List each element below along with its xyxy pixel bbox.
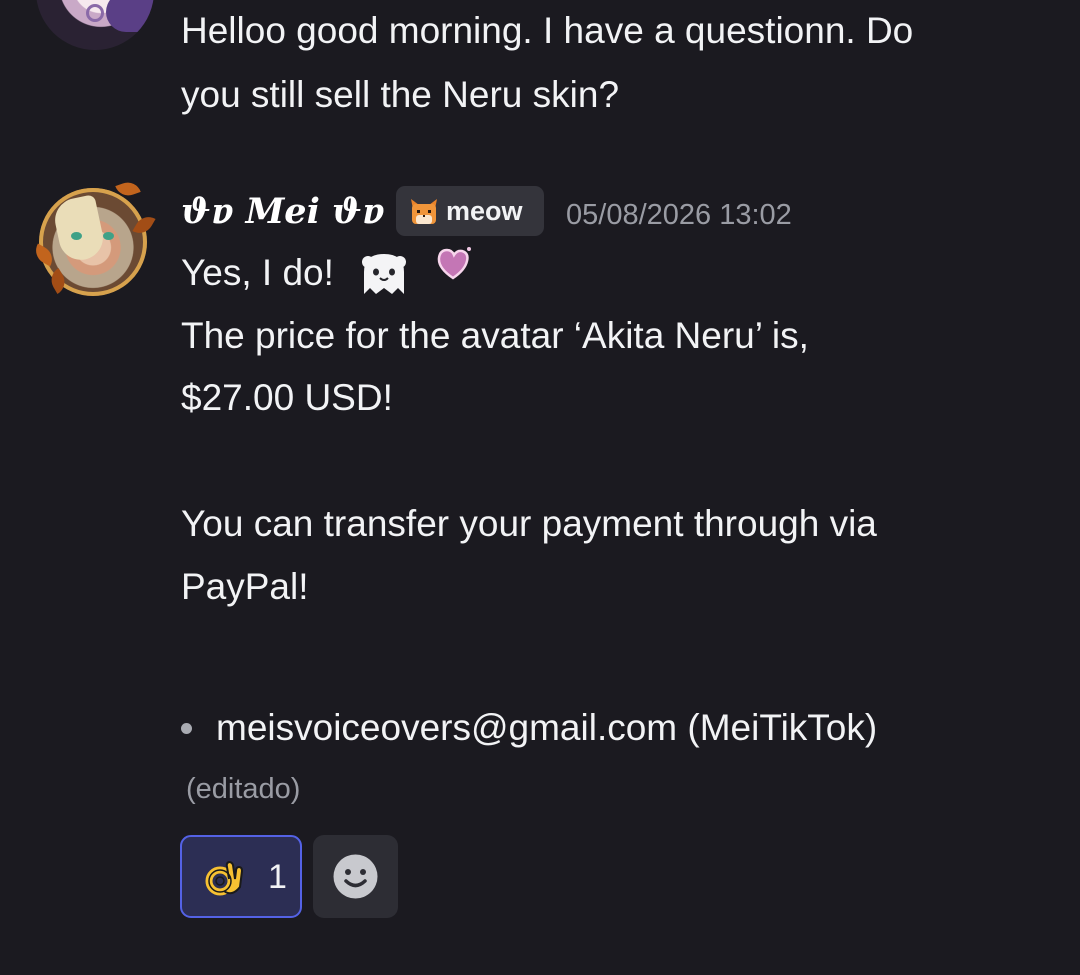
heart-icon: [437, 247, 471, 280]
add-reaction-button[interactable]: [313, 835, 398, 918]
reaction-count: 1: [268, 858, 287, 896]
message-line: $27.00 USD!: [181, 377, 393, 418]
edited-label: (editado): [186, 773, 301, 805]
message-line: The price for the avatar ‘Akita Neru’ is…: [181, 315, 809, 356]
avatar-accessory: [86, 4, 104, 22]
avatar-eye: [103, 232, 114, 240]
previous-message-line: you still sell the Neru skin?: [181, 74, 620, 115]
list-bullet: [181, 723, 192, 734]
message-line: You can transfer your payment through vi…: [181, 503, 877, 544]
username[interactable]: ϑɐ Mei ϑɐ: [181, 190, 384, 234]
message-line: PayPal!: [181, 566, 309, 607]
message-timestamp: 05/08/2026 13:02: [566, 199, 792, 231]
guild-tag[interactable]: meow: [396, 186, 544, 236]
avatar-eye: [71, 232, 82, 240]
message-line: Yes, I do!: [181, 252, 334, 293]
reaction-ok-hand[interactable]: 1: [180, 835, 302, 918]
guild-tag-label: meow: [446, 196, 523, 226]
avatar-hair: [106, 0, 154, 32]
user-avatar[interactable]: [30, 178, 156, 302]
cat-face-icon: [411, 199, 437, 224]
previous-message-line: Helloo good morning. I have a questionn.…: [181, 10, 914, 51]
add-reaction-smile-icon: [333, 854, 378, 899]
ghost-icon: [362, 254, 406, 294]
previous-user-avatar[interactable]: [36, 0, 154, 50]
list-item: meisvoiceovers@gmail.com (MeiTikTok): [216, 707, 878, 748]
ok-hand-icon: [205, 860, 244, 896]
